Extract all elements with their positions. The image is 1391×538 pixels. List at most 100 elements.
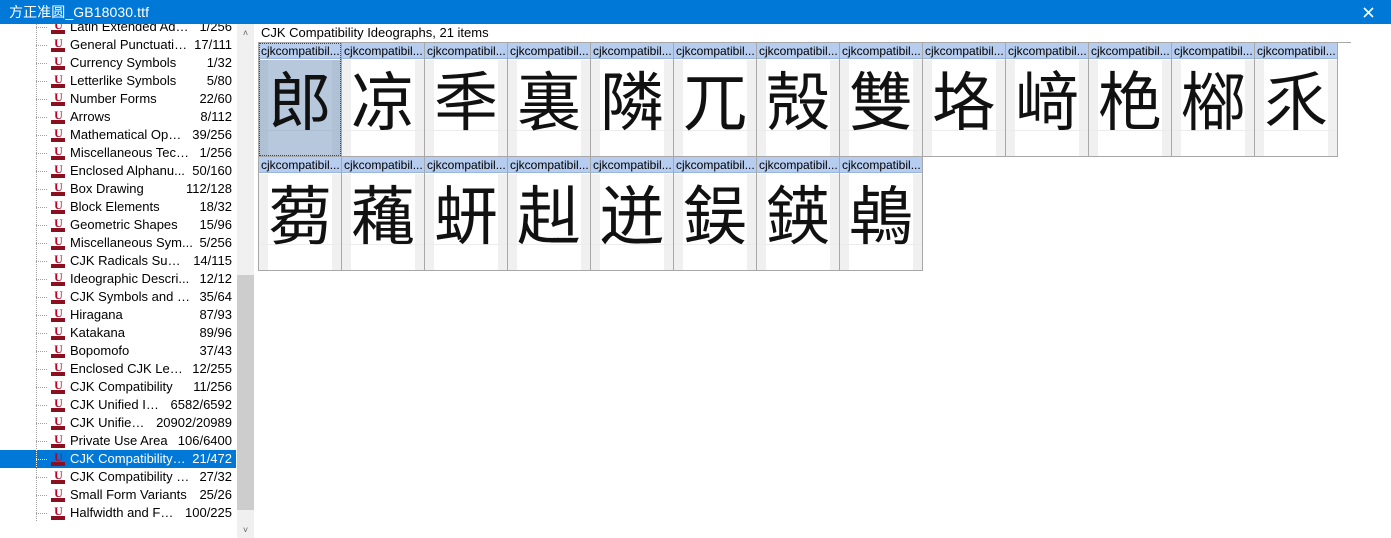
glyph-cell[interactable]: cjkcompatibil... 赳	[508, 157, 591, 271]
glyph-grid[interactable]: cjkcompatibil... 郎 cjkcompatibil... 凉 cjkcom…	[258, 42, 1351, 271]
scrollbar-thumb[interactable]	[237, 275, 254, 510]
glyph-cell[interactable]: cjkcompatibil... 隣	[591, 43, 674, 157]
glyph-cell-caption: cjkcompatibil...	[508, 157, 590, 173]
tree-item[interactable]: U Block Elements 18/32	[0, 198, 236, 216]
glyph-character: 郎	[268, 67, 332, 141]
unicode-block-icon: U	[50, 127, 66, 143]
glyph-cell-caption: cjkcompatibil...	[1172, 43, 1254, 59]
glyph-cell-body: 鍈	[757, 174, 839, 270]
tree-item[interactable]: U Small Form Variants 25/26	[0, 486, 236, 504]
glyph-cell[interactable]: cjkcompatibil... 秊	[425, 43, 508, 157]
glyph-cell-caption: cjkcompatibil...	[1255, 43, 1337, 59]
scroll-down-arrow-icon[interactable]: ˅	[237, 521, 254, 538]
tree-connector	[0, 234, 50, 252]
unicode-block-icon: U	[50, 181, 66, 197]
glyph-cell[interactable]: cjkcompatibil... 鍈	[757, 157, 840, 271]
unicode-block-icon: U	[50, 145, 66, 161]
unicode-block-tree-panel[interactable]: U Latin Extended Addi... 1/256 U General Pun…	[0, 24, 254, 538]
glyph-character: 㮝	[1181, 67, 1245, 141]
unicode-block-icon: U	[50, 37, 66, 53]
tree-connector	[0, 270, 50, 288]
unicode-block-list[interactable]: U Latin Extended Addi... 1/256 U General Pun…	[0, 24, 236, 522]
tree-item[interactable]: U Geometric Shapes 15/96	[0, 216, 236, 234]
glyph-cell-caption: cjkcompatibil...	[757, 43, 839, 59]
glyph-cell[interactable]: cjkcompatibil... 迸	[591, 157, 674, 271]
glyph-cell[interactable]: cjkcompatibil... 蚈	[425, 157, 508, 271]
glyph-character: 秊	[434, 67, 498, 141]
glyph-cell[interactable]: cjkcompatibil... 垎	[923, 43, 1006, 157]
glyph-cell[interactable]: cjkcompatibil... 雙	[840, 43, 923, 157]
glyph-character: 鍈	[766, 181, 830, 255]
unicode-block-icon: U	[50, 487, 66, 503]
tree-item[interactable]: U Box Drawing 112/128	[0, 180, 236, 198]
unicode-block-icon: U	[50, 199, 66, 215]
tree-item[interactable]: U Private Use Area 106/6400	[0, 432, 236, 450]
tree-item[interactable]: U Arrows 8/112	[0, 108, 236, 126]
glyph-cell[interactable]: cjkcompatibil... 殻	[757, 43, 840, 157]
tree-item-count: 112/128	[185, 181, 232, 196]
tree-item-count: 27/32	[199, 469, 232, 484]
glyph-cell[interactable]: cjkcompatibil... 蒭	[259, 157, 342, 271]
glyph-cell[interactable]: cjkcompatibil... 郎	[259, 43, 342, 157]
tree-item-count: 12/255	[192, 361, 232, 376]
tree-item[interactable]: U CJK Unified I... 20902/20989	[0, 414, 236, 432]
scroll-up-arrow-icon[interactable]: ˄	[237, 24, 254, 41]
glyph-character: 迸	[600, 181, 664, 255]
tree-item[interactable]: U Enclosed Alphanu... 50/160	[0, 162, 236, 180]
tree-item-label: General Punctuation	[70, 37, 189, 52]
tree-connector	[0, 396, 50, 414]
unicode-block-icon: U	[50, 469, 66, 485]
tree-connector	[0, 306, 50, 324]
tree-vertical-scrollbar[interactable]: ˄ ˅	[236, 24, 254, 538]
glyph-cell[interactable]: cjkcompatibil... 凉	[342, 43, 425, 157]
tree-item[interactable]: U CJK Unified Ide... 6582/6592	[0, 396, 236, 414]
tree-item[interactable]: U General Punctuation 17/111	[0, 36, 236, 54]
glyph-cell[interactable]: cjkcompatibil... 栬	[1089, 43, 1172, 157]
glyph-character: 鋘	[683, 181, 747, 255]
glyph-cell[interactable]: cjkcompatibil... 鋘	[674, 157, 757, 271]
tree-item-count: 15/96	[199, 217, 232, 232]
close-icon[interactable]	[1345, 0, 1391, 24]
glyph-cell[interactable]: cjkcompatibil... 﨑	[1006, 43, 1089, 157]
tree-item[interactable]: U Bopomofo 37/43	[0, 342, 236, 360]
glyph-cell[interactable]: cjkcompatibil... 鵫	[840, 157, 923, 271]
tree-item[interactable]: U Halfwidth and Full... 100/225	[0, 504, 236, 522]
unicode-block-icon: U	[50, 379, 66, 395]
tree-connector	[0, 324, 50, 342]
glyph-cell[interactable]: cjkcompatibil... 蘒	[342, 157, 425, 271]
tree-item[interactable]: U Miscellaneous Tech... 1/256	[0, 144, 236, 162]
tree-item[interactable]: U Latin Extended Addi... 1/256	[0, 24, 236, 36]
tree-item[interactable]: U Ideographic Descri... 12/12	[0, 270, 236, 288]
tree-item[interactable]: U Enclosed CJK Lette... 12/255	[0, 360, 236, 378]
tree-item-label: CJK Radicals Suppl...	[70, 253, 188, 268]
tree-item-count: 22/60	[199, 91, 232, 106]
tree-connector	[0, 24, 50, 36]
glyph-character: 赳	[517, 181, 581, 255]
tree-item[interactable]: U Hiragana 87/93	[0, 306, 236, 324]
glyph-cell-caption: cjkcompatibil...	[342, 157, 424, 173]
glyph-cell-caption: cjkcompatibil...	[923, 43, 1005, 59]
tree-item-count: 17/111	[194, 37, 232, 52]
tree-item[interactable]: U CJK Radicals Suppl... 14/115	[0, 252, 236, 270]
tree-item[interactable]: U CJK Compatibility 11/256	[0, 378, 236, 396]
tree-item[interactable]: U CJK Compatibility F... 27/32	[0, 468, 236, 486]
tree-item[interactable]: U Mathematical Ope... 39/256	[0, 126, 236, 144]
tree-item-label: Miscellaneous Sym...	[70, 235, 193, 250]
glyph-cell[interactable]: cjkcompatibil... 兀	[674, 43, 757, 157]
tree-connector	[0, 72, 50, 90]
tree-item[interactable]: U Number Forms 22/60	[0, 90, 236, 108]
unicode-block-icon: U	[50, 235, 66, 251]
tree-item[interactable]: U CJK Symbols and P... 35/64	[0, 288, 236, 306]
tree-item[interactable]: U Letterlike Symbols 5/80	[0, 72, 236, 90]
tree-item[interactable]: U CJK Compatibility I... 21/472	[0, 450, 236, 468]
glyph-cell[interactable]: cjkcompatibil... 㮝	[1172, 43, 1255, 157]
glyph-cell[interactable]: cjkcompatibil... 乑	[1255, 43, 1338, 157]
tree-item-label: Currency Symbols	[70, 55, 177, 70]
tree-item[interactable]: U Katakana 89/96	[0, 324, 236, 342]
tree-item[interactable]: U Currency Symbols 1/32	[0, 54, 236, 72]
glyph-cell-caption: cjkcompatibil...	[1089, 43, 1171, 59]
tree-item[interactable]: U Miscellaneous Sym... 5/256	[0, 234, 236, 252]
tree-item-label: Box Drawing	[70, 181, 144, 196]
glyph-cell[interactable]: cjkcompatibil... 裏	[508, 43, 591, 157]
glyph-cell-caption: cjkcompatibil...	[674, 157, 756, 173]
